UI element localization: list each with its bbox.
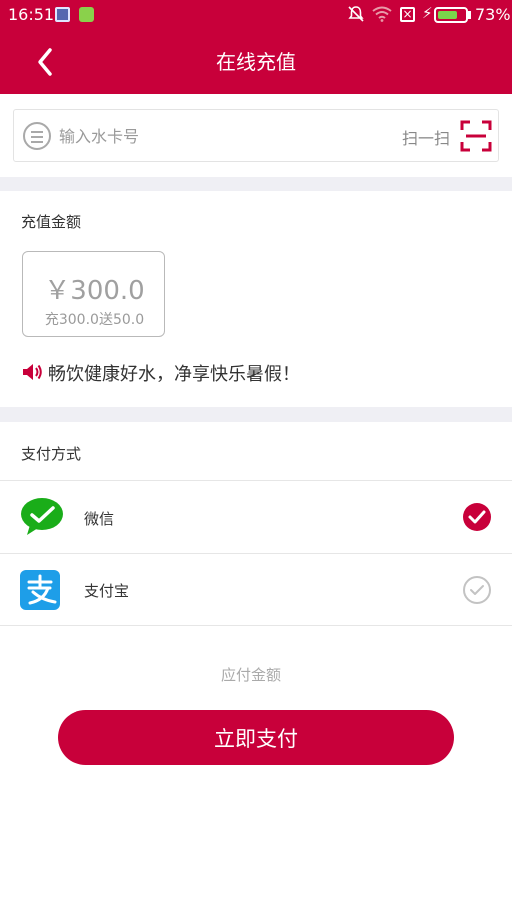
- section-divider: [0, 407, 512, 422]
- wifi-icon: [372, 6, 392, 22]
- alipay-label: 支付宝: [84, 582, 130, 600]
- alipay-icon: [20, 570, 60, 610]
- notification-app-icon: [55, 7, 70, 22]
- charging-icon: ⚡: [422, 4, 433, 22]
- promo-text: 畅饮健康好水，净享快乐暑假！: [48, 364, 300, 385]
- payment-option-wechat[interactable]: 微信: [0, 481, 512, 553]
- recharge-amount-title: 充值金额: [21, 213, 82, 231]
- amount-due-label: 应付金额: [220, 666, 281, 684]
- card-search-box: 扫一扫: [13, 109, 499, 162]
- scan-qr-icon[interactable]: [460, 120, 492, 152]
- status-time: 16:51: [8, 5, 55, 24]
- battery-icon: [434, 7, 468, 23]
- status-bar: 16:51 × ⚡ 73%: [0, 0, 512, 30]
- wechat-label: 微信: [84, 510, 115, 528]
- list-icon: [23, 122, 51, 150]
- wechat-icon: [21, 498, 63, 535]
- bell-muted-icon: [348, 6, 364, 22]
- battery-level: [438, 11, 457, 19]
- selected-check-icon[interactable]: [462, 502, 492, 532]
- page-title: 在线充值: [216, 50, 296, 74]
- battery-percent: 73%: [475, 5, 511, 24]
- no-sim-icon: ×: [400, 7, 415, 22]
- amount-bonus: 充300.0送50.0: [44, 312, 145, 328]
- section-divider: [0, 177, 512, 191]
- pay-now-button[interactable]: 立即支付: [58, 710, 454, 765]
- header-bar: 16:51 × ⚡ 73% 在线充值: [0, 0, 512, 94]
- amount-value: ￥300.0: [44, 276, 145, 306]
- battery-tip: [468, 11, 471, 19]
- payment-option-alipay[interactable]: 支付宝: [0, 554, 512, 626]
- payment-method-title: 支付方式: [21, 445, 82, 463]
- card-number-input[interactable]: [59, 124, 299, 148]
- amount-option[interactable]: ￥300.0 充300.0送50.0: [22, 251, 165, 337]
- divider: [0, 625, 512, 626]
- android-app-icon: [79, 7, 94, 22]
- speaker-icon: [23, 364, 42, 380]
- unselected-check-icon[interactable]: [462, 575, 492, 605]
- alipay-glyph: [27, 574, 57, 605]
- scan-button[interactable]: 扫一扫: [402, 125, 450, 149]
